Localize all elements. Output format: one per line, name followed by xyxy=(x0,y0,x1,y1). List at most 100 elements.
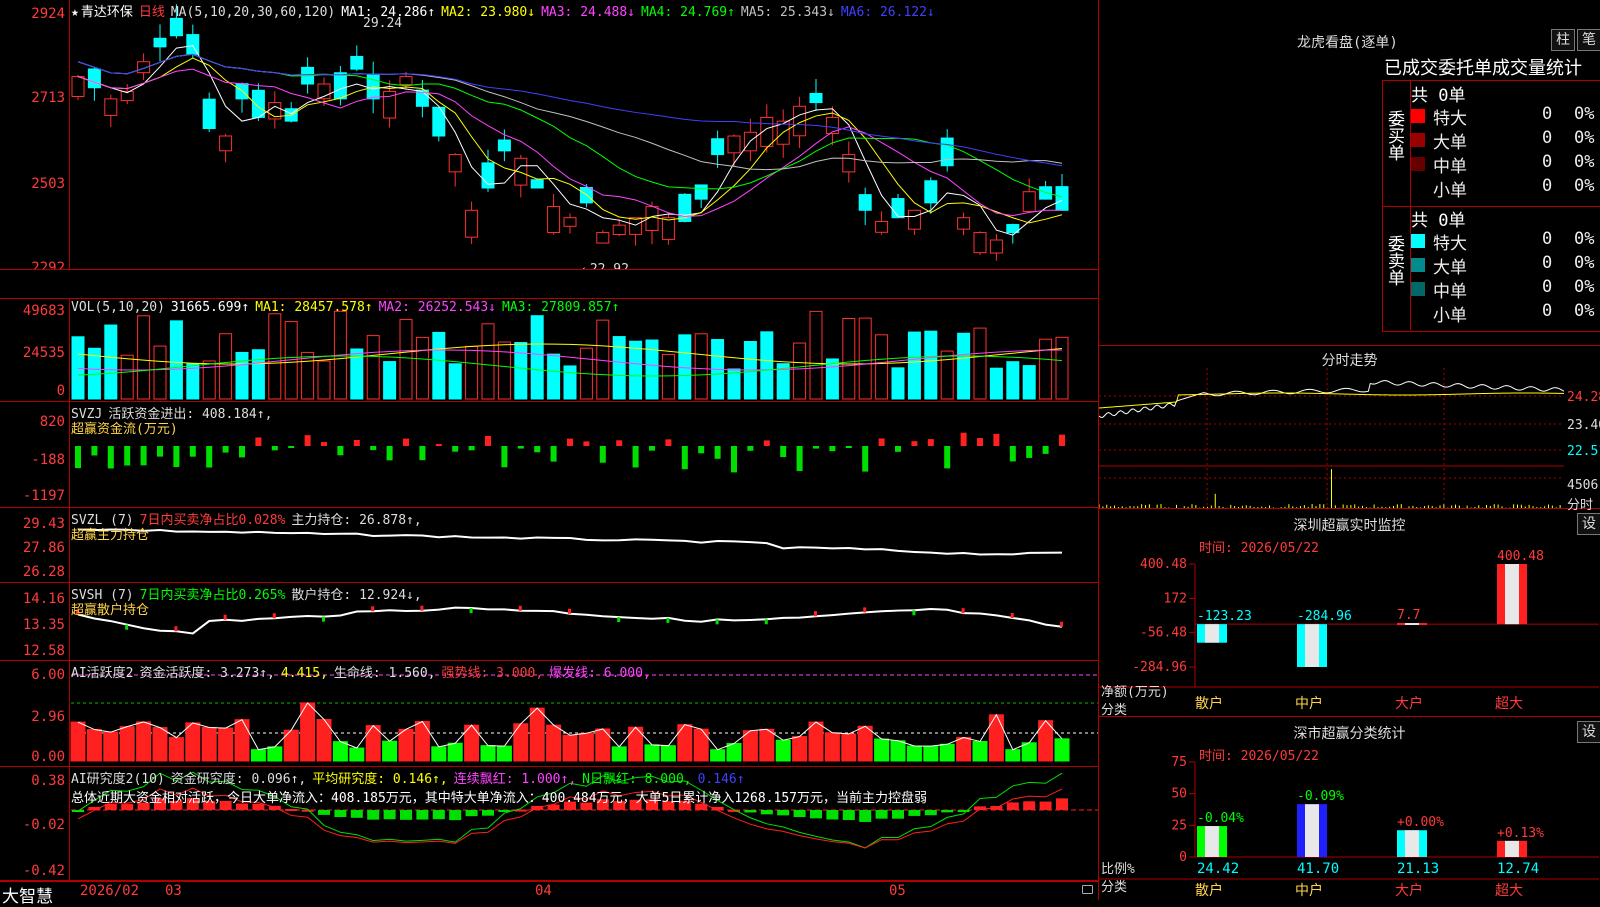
activity-bar xyxy=(185,722,201,762)
candle-body xyxy=(907,209,921,230)
tick-mode-button[interactable]: 笔 xyxy=(1577,29,1600,51)
activity-bar xyxy=(759,728,775,762)
indicator-value: MA5: 25.343↓ xyxy=(740,5,835,20)
svzl-value: 主力持仓: 26.878↑, xyxy=(291,513,422,528)
research-bar xyxy=(334,810,347,818)
volume-bar xyxy=(366,335,380,400)
candle-body xyxy=(924,180,938,204)
candle-body xyxy=(1022,191,1036,212)
buy-total: 共 0单 xyxy=(1411,86,1466,106)
activity-bar xyxy=(431,746,447,762)
row-count: 0 xyxy=(1542,104,1553,124)
money-flow-bar xyxy=(239,446,245,458)
volume-bar xyxy=(383,361,397,400)
candle-body xyxy=(251,89,265,118)
candle-body xyxy=(875,220,889,233)
volume-bar xyxy=(514,342,528,400)
money-flow-bar xyxy=(255,437,262,446)
candle-body xyxy=(612,224,626,235)
money-flow-bar xyxy=(107,446,114,469)
ai-active-panel[interactable]: 6.00 2.96 0.00 AI活跃度2 资金活跃度: 3.273↑, 4.415… xyxy=(0,661,1098,767)
money-flow-bar xyxy=(206,446,213,468)
candle-body xyxy=(825,116,839,135)
cls-bar-shine xyxy=(1505,840,1519,857)
money-flow-bar xyxy=(895,446,901,452)
date-axis: 大智慧 2026/02 03 04 05 xyxy=(0,881,1098,907)
candle-body xyxy=(530,179,544,189)
indicator-value: MA2: 26252.543↓ xyxy=(378,300,497,315)
volume-bar xyxy=(1022,365,1036,400)
intraday-panel[interactable]: 分时走势 24.28 23.40 22.51 4506 分时 xyxy=(1098,345,1600,513)
activity-bar xyxy=(693,728,709,762)
activity-bar xyxy=(972,740,988,762)
kline-high-label: 29.24 xyxy=(363,16,403,31)
color-swatch xyxy=(1411,181,1425,195)
kline-panel[interactable]: 2924 2713 2503 2292 ★ 青达环保 日线 MA(5,10,20,30… xyxy=(0,0,1098,270)
candle-body xyxy=(71,76,85,97)
candle-body xyxy=(186,34,200,55)
mon-category: 大户 xyxy=(1395,695,1423,712)
svzl-panel[interactable]: 29.43 27.86 26.28 SVZL (7) 7日内买卖净占比0.028%… xyxy=(0,508,1098,583)
activity-bar xyxy=(513,723,529,762)
money-flow-bar xyxy=(960,432,967,446)
svzj-sub: 超赢资金流(万元) xyxy=(71,422,178,437)
sz-monitor-cat-label: 分类 xyxy=(1101,703,1128,718)
candle-body xyxy=(563,217,577,227)
row-count: 0 xyxy=(1542,176,1553,196)
volume-bar xyxy=(661,353,675,400)
cls-change-label: +0.13% xyxy=(1497,826,1544,841)
price-line xyxy=(1099,380,1565,418)
research-bar xyxy=(777,810,790,816)
activity-bar xyxy=(906,745,922,762)
star-icon[interactable]: ★ xyxy=(71,5,79,20)
candle-body xyxy=(842,154,856,173)
retail-tick xyxy=(1060,621,1063,627)
svsh-sub: 超赢散户持仓 xyxy=(71,603,150,618)
lock-icon[interactable] xyxy=(1082,885,1093,894)
money-flow-bar xyxy=(534,446,541,453)
volume-bar xyxy=(530,315,544,400)
row-count: 0 xyxy=(1542,128,1553,148)
retail-tick xyxy=(863,607,867,613)
cls-category: 散户 xyxy=(1195,882,1223,899)
volume-bar xyxy=(612,336,626,400)
row-name: 特大 xyxy=(1433,234,1467,254)
research-bar xyxy=(1056,798,1068,810)
research-bar xyxy=(465,810,478,817)
kline-chart[interactable] xyxy=(0,0,1098,270)
research-bar xyxy=(826,810,839,820)
retail-tick xyxy=(1010,612,1014,618)
row-pct: 0% xyxy=(1574,128,1595,148)
candle-body xyxy=(629,217,643,235)
retail-tick xyxy=(617,617,621,623)
research-bar xyxy=(400,810,412,820)
bar-mode-button[interactable]: 柱 xyxy=(1551,29,1575,51)
mon-category: 散户 xyxy=(1195,695,1223,712)
volume-bar xyxy=(251,349,265,400)
cls-category: 中户 xyxy=(1295,882,1323,899)
candle-body xyxy=(547,206,561,234)
money-flow-bar xyxy=(1026,446,1033,458)
research-bar xyxy=(760,810,773,815)
research-bar xyxy=(941,810,954,813)
svsh-panel[interactable]: 14.16 13.35 12.58 SVSH (7) 7日内买卖净占比0.265%… xyxy=(0,583,1098,661)
period-label[interactable]: 日线 xyxy=(139,5,165,20)
activity-bar xyxy=(382,740,398,762)
activity-bar xyxy=(808,721,824,762)
volume-bar xyxy=(547,353,561,400)
activity-bar xyxy=(956,737,972,762)
volume-bar xyxy=(875,334,889,400)
sz-monitor-panel: 深圳超赢实时监控 设 时间: 2026/05/22 400.48 172 -56.4… xyxy=(1098,509,1600,718)
money-flow-bar xyxy=(829,446,836,452)
retail-tick xyxy=(715,619,719,625)
ai-research-panel[interactable]: 0.38 -0.02 -0.42 AI研究度2(10) 资金研究度: 0.096↑… xyxy=(0,767,1098,881)
volume-bar xyxy=(989,367,1003,400)
color-swatch xyxy=(1411,157,1425,171)
mon-bar-shine xyxy=(1405,623,1419,626)
brand-logo[interactable]: 大智慧 xyxy=(2,882,53,907)
cls-y-label: 0 xyxy=(1179,850,1187,865)
svzj-panel[interactable]: 820 -188 -1197 SVZJ 活跃资金进出: 408.184↑, 超赢资… xyxy=(0,402,1098,508)
candle-body xyxy=(104,98,118,116)
volume-bar xyxy=(858,317,872,400)
volume-panel[interactable]: 49683 24535 0 VOL(5,10,20) 31665.699↑ MA1:… xyxy=(0,298,1098,402)
